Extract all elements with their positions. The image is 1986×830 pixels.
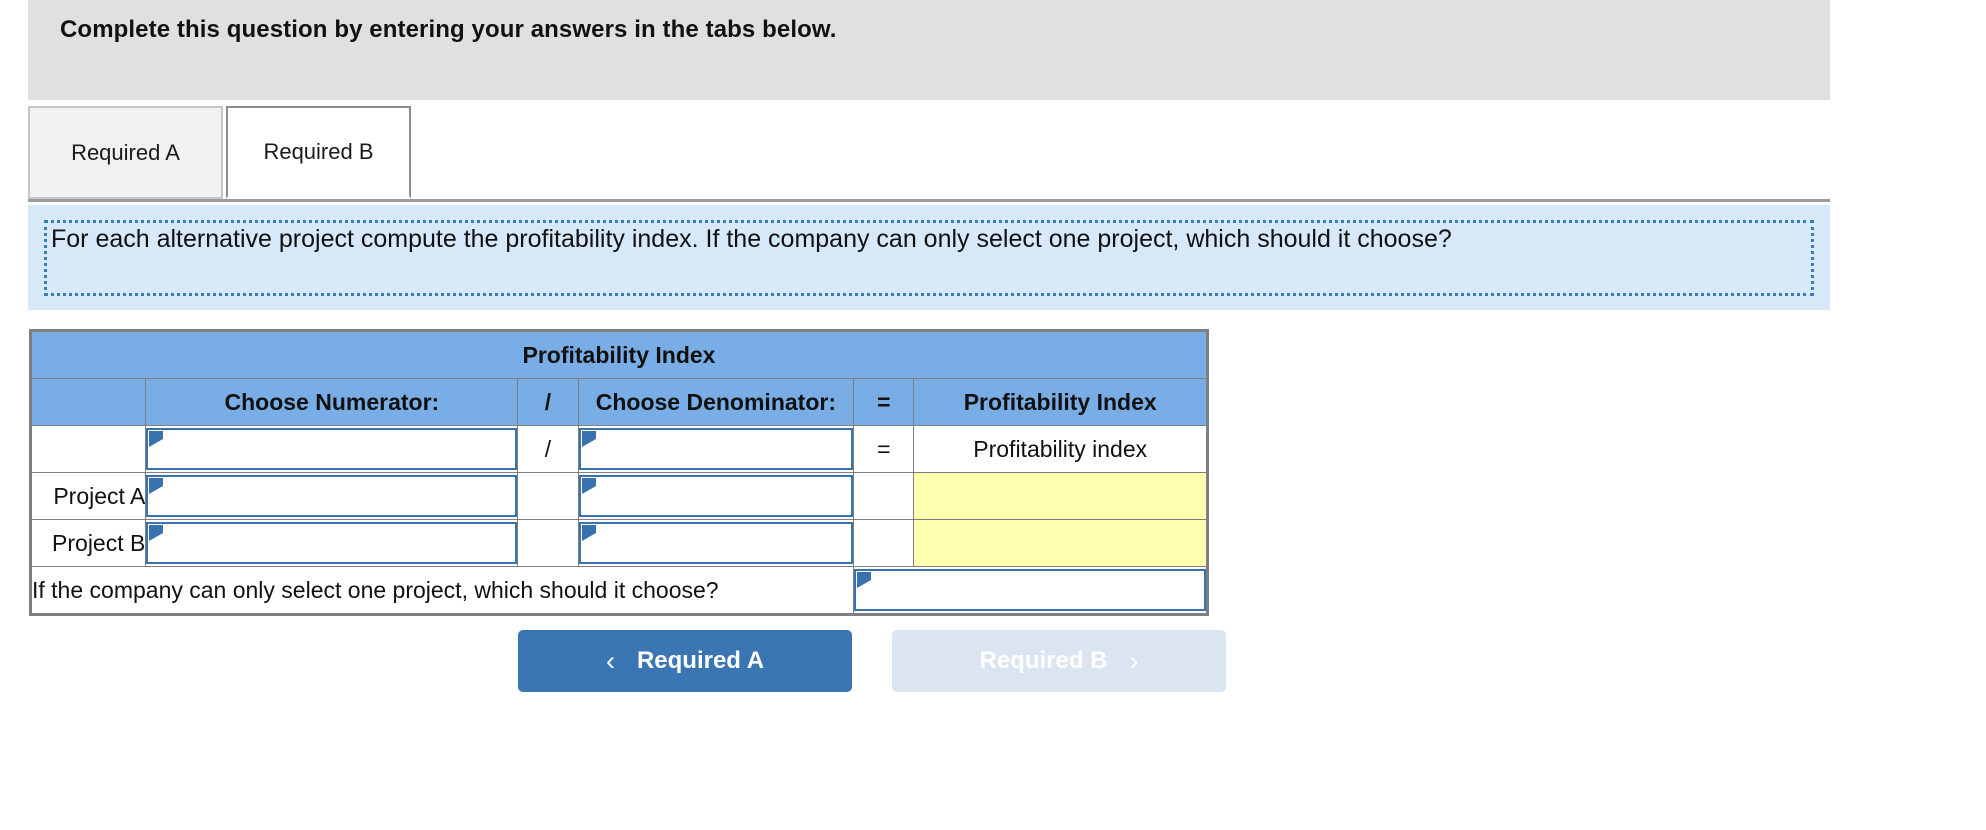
- formula-denominator-cell: [577, 425, 855, 473]
- project-a-label: Project A: [30, 472, 147, 520]
- final-question-prompt: If the company can only select one proje…: [30, 566, 855, 614]
- final-answer-cell: [853, 566, 1207, 614]
- next-button-label: Required B: [979, 647, 1108, 674]
- project-a-denominator-dropdown[interactable]: [578, 475, 854, 517]
- col-header-numerator: Choose Numerator:: [145, 378, 519, 426]
- formula-result: Profitability index: [913, 425, 1207, 473]
- formula-divider: /: [517, 425, 579, 473]
- question-text: For each alternative project compute the…: [51, 225, 1452, 253]
- table-row: Project A: [30, 472, 1207, 520]
- table-row: / = Profitability index: [30, 425, 1207, 473]
- formula-numerator-dropdown[interactable]: [146, 428, 518, 470]
- chevron-right-icon: [581, 478, 597, 495]
- final-question-row: If the company can only select one proje…: [30, 566, 1207, 614]
- project-a-equals: [853, 472, 915, 520]
- project-a-denominator-cell: [577, 472, 855, 520]
- chevron-right-icon: [581, 525, 597, 542]
- final-answer-dropdown[interactable]: [854, 569, 1206, 611]
- project-b-label: Project B: [30, 519, 147, 567]
- table-title-row: Profitability Index: [31, 331, 1207, 379]
- instruction-text: Complete this question by entering your …: [60, 16, 837, 43]
- tab-required-a-label: Required A: [71, 139, 180, 165]
- question-panel: For each alternative project compute the…: [28, 205, 1830, 310]
- formula-equals: =: [853, 425, 915, 473]
- project-a-divider: [517, 472, 579, 520]
- chevron-right-icon: [149, 431, 164, 448]
- project-b-equals: [853, 519, 915, 567]
- next-required-b-button[interactable]: Required B ›: [892, 630, 1226, 692]
- table-header-row: Choose Numerator: / Choose Denominator: …: [30, 378, 1207, 426]
- formula-row-label: [30, 425, 147, 473]
- profitability-index-table: Profitability Index Choose Numerator: / …: [29, 329, 1209, 616]
- chevron-right-icon: [149, 478, 164, 495]
- question-dotted-outline: For each alternative project compute the…: [44, 220, 1814, 296]
- chevron-left-icon: ‹: [605, 645, 615, 676]
- navigation-bar: ‹ Required A Required B ›: [0, 630, 1986, 700]
- col-header-divider: /: [517, 378, 579, 426]
- prev-required-a-button[interactable]: ‹ Required A: [518, 630, 852, 692]
- chevron-right-icon: ›: [1129, 645, 1139, 676]
- instruction-bar: Complete this question by entering your …: [28, 0, 1830, 100]
- table-row: Project B: [30, 519, 1207, 567]
- chevron-right-icon: [857, 572, 872, 589]
- formula-numerator-cell: [145, 425, 519, 473]
- project-b-denominator-dropdown[interactable]: [578, 522, 854, 564]
- project-a-numerator-cell: [145, 472, 519, 520]
- project-b-denominator-cell: [577, 519, 855, 567]
- tab-strip: Required A Required B: [28, 106, 1830, 202]
- project-b-result[interactable]: [913, 519, 1207, 567]
- col-header-blank: [30, 378, 147, 426]
- chevron-right-icon: [149, 525, 164, 542]
- tab-required-b[interactable]: Required B: [226, 106, 411, 199]
- table-title: Profitability Index: [31, 331, 1207, 379]
- project-b-numerator-cell: [145, 519, 519, 567]
- prev-button-label: Required A: [636, 647, 765, 674]
- chevron-right-icon: [581, 431, 597, 448]
- tab-required-a[interactable]: Required A: [28, 106, 223, 199]
- col-header-equals: =: [853, 378, 915, 426]
- project-b-numerator-dropdown[interactable]: [146, 522, 518, 564]
- project-a-result[interactable]: [913, 472, 1207, 520]
- project-a-numerator-dropdown[interactable]: [146, 475, 518, 517]
- col-header-result: Profitability Index: [913, 378, 1207, 426]
- formula-denominator-dropdown[interactable]: [578, 428, 854, 470]
- col-header-denominator: Choose Denominator:: [577, 378, 855, 426]
- project-b-divider: [517, 519, 579, 567]
- tab-required-b-label: Required B: [263, 139, 374, 164]
